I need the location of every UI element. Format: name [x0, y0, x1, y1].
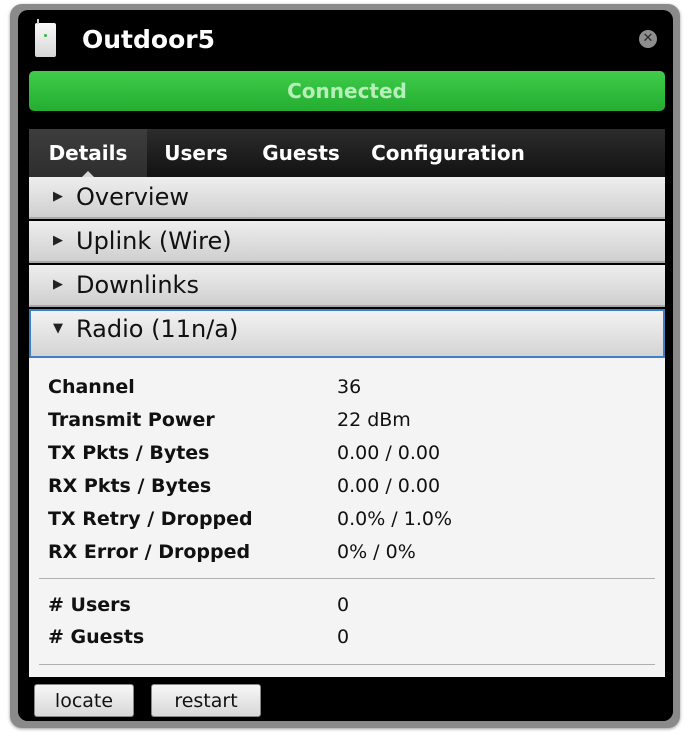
- detail-value: 0.00 / 0.00: [337, 442, 441, 464]
- section-overview[interactable]: ▶ Overview: [29, 177, 665, 219]
- caret-right-icon: ▶: [53, 277, 63, 292]
- footer-bar: locate restart: [18, 677, 673, 721]
- detail-key: Channel: [48, 376, 135, 398]
- section-downlinks[interactable]: ▶ Downlinks: [29, 265, 665, 307]
- detail-value: 0: [337, 626, 350, 648]
- close-icon[interactable]: ✕: [639, 30, 657, 48]
- restart-button[interactable]: restart: [151, 684, 261, 717]
- tab-guests[interactable]: Guests: [245, 129, 357, 177]
- detail-value: 0.00 / 0.00: [337, 475, 441, 497]
- detail-row: TX Retry / Dropped 0.0% / 1.0%: [48, 504, 648, 534]
- connection-status-bar: Connected: [29, 71, 665, 111]
- section-label: Overview: [76, 183, 189, 211]
- divider: [39, 578, 655, 579]
- detail-row: Channel 36: [48, 372, 648, 402]
- window-title: Outdoor5: [82, 25, 215, 54]
- device-panel: Outdoor5 ✕ Connected Details Users Guest…: [18, 10, 673, 721]
- detail-value: 0.0% / 1.0%: [337, 508, 453, 530]
- section-label: Radio (11n/a): [76, 315, 239, 343]
- section-label: Downlinks: [76, 271, 199, 299]
- detail-row: # Guests 0: [48, 622, 648, 652]
- detail-key: RX Error / Dropped: [48, 541, 251, 563]
- detail-key: RX Pkts / Bytes: [48, 475, 212, 497]
- detail-row: Transmit Power 22 dBm: [48, 405, 648, 435]
- tab-bar: Details Users Guests Configuration: [29, 129, 665, 178]
- radio-details: Channel 36 Transmit Power 22 dBm TX Pkts…: [29, 358, 665, 677]
- detail-row: # Users 0: [48, 590, 648, 620]
- caret-right-icon: ▶: [53, 189, 63, 204]
- detail-row: TX Pkts / Bytes 0.00 / 0.00: [48, 438, 648, 468]
- tab-configuration[interactable]: Configuration: [357, 129, 539, 177]
- detail-value: 22 dBm: [337, 409, 411, 431]
- detail-key: # Users: [48, 594, 131, 616]
- tab-details[interactable]: Details: [29, 129, 147, 178]
- detail-row: RX Pkts / Bytes 0.00 / 0.00: [48, 471, 648, 501]
- caret-down-icon: ▼: [53, 321, 63, 336]
- caret-right-icon: ▶: [53, 233, 63, 248]
- detail-key: # Guests: [48, 626, 145, 648]
- section-label: Uplink (Wire): [76, 227, 232, 255]
- tab-users[interactable]: Users: [147, 129, 245, 177]
- detail-row: RX Error / Dropped 0% / 0%: [48, 537, 648, 567]
- detail-key: Transmit Power: [48, 409, 215, 431]
- section-radio[interactable]: ▼ Radio (11n/a): [29, 309, 665, 358]
- detail-value: 0: [337, 594, 350, 616]
- title-bar: Outdoor5 ✕: [18, 10, 673, 70]
- detail-key: TX Retry / Dropped: [48, 508, 253, 530]
- detail-value: 0% / 0%: [337, 541, 416, 563]
- locate-button[interactable]: locate: [34, 684, 134, 717]
- detail-key: TX Pkts / Bytes: [48, 442, 210, 464]
- access-point-icon: [35, 19, 56, 57]
- section-uplink[interactable]: ▶ Uplink (Wire): [29, 221, 665, 263]
- divider: [39, 664, 655, 665]
- detail-value: 36: [337, 376, 362, 398]
